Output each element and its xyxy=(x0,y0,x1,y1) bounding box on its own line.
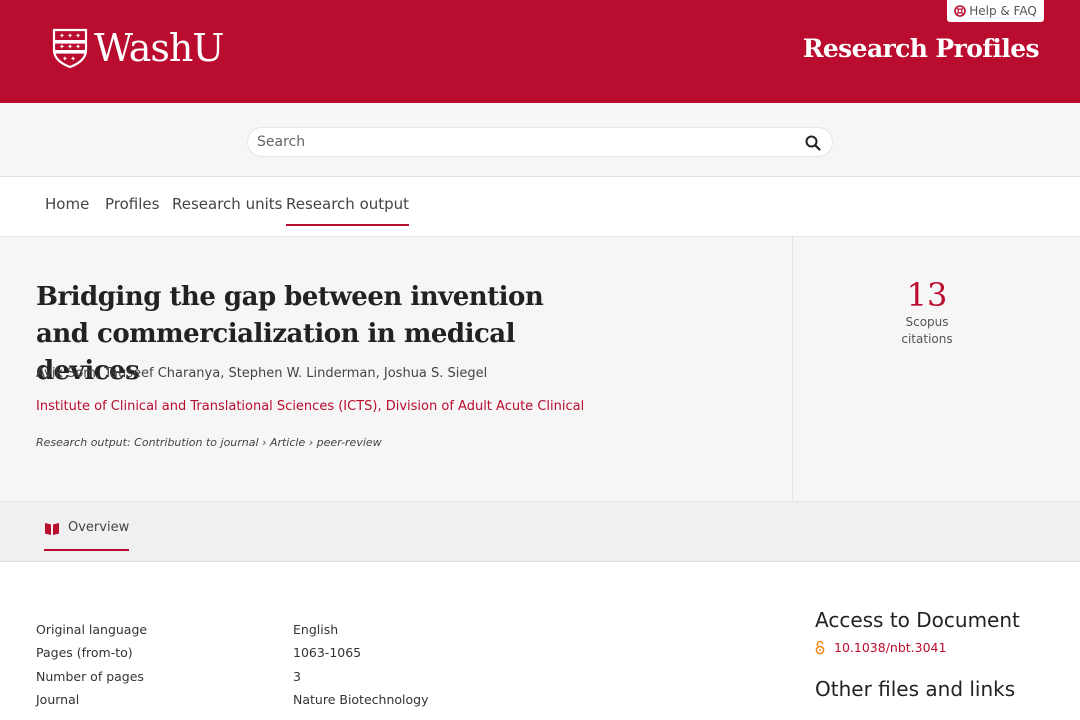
detail-row: Number of pages 3 xyxy=(36,667,428,690)
help-faq-link[interactable]: Help & FAQ xyxy=(947,0,1044,22)
detail-label: Original language xyxy=(36,622,148,637)
author-list[interactable]: Avik Som, Tauseef Charanya, Stephen W. L… xyxy=(36,366,487,381)
search-icon xyxy=(805,135,821,151)
journal-link[interactable]: Nature Biotechnology xyxy=(293,690,428,713)
nav-home[interactable]: Home xyxy=(45,195,89,226)
tab-bar: Overview xyxy=(0,502,1080,562)
search-input[interactable] xyxy=(257,128,777,156)
detail-value: English xyxy=(293,622,339,637)
doi-link[interactable]: 10.1038/nbt.3041 xyxy=(815,640,1055,655)
detail-label: Pages (from-to) xyxy=(36,645,133,661)
details-table: Original language English Pages (from-to… xyxy=(36,620,428,713)
open-access-icon xyxy=(815,640,825,655)
logo-text: WashU xyxy=(94,26,224,70)
doi-text: 10.1038/nbt.3041 xyxy=(834,640,947,655)
nav-profiles[interactable]: Profiles xyxy=(105,195,159,226)
nav-research-units[interactable]: Research units xyxy=(172,195,282,226)
citation-label-unit: citations xyxy=(901,332,953,346)
detail-row: Pages (from-to) 1063-1065 xyxy=(36,643,428,666)
shield-logo-icon: ✦ ✦ ✦ ✦ ✦ ✦ ✦ ✦ xyxy=(52,28,88,68)
organisational-units[interactable]: Institute of Clinical and Translational … xyxy=(36,399,584,414)
detail-label: Number of pages xyxy=(36,668,144,684)
other-files-heading: Other files and links xyxy=(815,677,1016,701)
main-nav: Home Profiles Research units Research ou… xyxy=(0,177,1080,237)
washu-logo[interactable]: ✦ ✦ ✦ ✦ ✦ ✦ ✦ ✦ WashU xyxy=(52,26,224,70)
citation-label-source: Scopus xyxy=(905,315,949,329)
site-header: ✦ ✦ ✦ ✦ ✦ ✦ ✦ ✦ WashU Help & FAQ Researc… xyxy=(0,0,1080,103)
hero-divider xyxy=(792,237,793,502)
access-sidebar: Access to Document 10.1038/nbt.3041 Othe… xyxy=(815,606,1055,703)
nav-research-output[interactable]: Research output xyxy=(286,195,410,226)
citation-count[interactable]: 13 xyxy=(868,275,986,315)
access-heading: Access to Document xyxy=(815,608,1020,632)
detail-label: Journal xyxy=(36,691,80,707)
lifebuoy-icon xyxy=(954,5,967,17)
research-output-type: Research output: Contribution to journal… xyxy=(36,436,382,449)
site-title[interactable]: Research Profiles xyxy=(803,34,1040,63)
search-button[interactable] xyxy=(803,133,823,153)
help-faq-label: Help & FAQ xyxy=(969,4,1037,18)
search-box xyxy=(247,127,833,157)
search-band xyxy=(0,103,1080,177)
svg-text:✦ ✦ ✦: ✦ ✦ ✦ xyxy=(59,43,81,51)
book-icon xyxy=(45,523,59,535)
citation-label: Scopus citations xyxy=(868,314,986,348)
detail-value: 3 xyxy=(293,668,301,684)
detail-value: 1063-1065 xyxy=(293,645,362,661)
detail-row: Original language English xyxy=(36,620,428,643)
article-header: Bridging the gap between invention and c… xyxy=(0,237,1080,502)
svg-text:✦ ✦: ✦ ✦ xyxy=(62,55,76,63)
detail-row: Journal Nature Biotechnology xyxy=(36,690,428,713)
svg-text:✦ ✦ ✦: ✦ ✦ ✦ xyxy=(59,32,81,40)
tab-overview[interactable]: Overview xyxy=(44,520,130,551)
tab-overview-label: Overview xyxy=(68,520,130,535)
